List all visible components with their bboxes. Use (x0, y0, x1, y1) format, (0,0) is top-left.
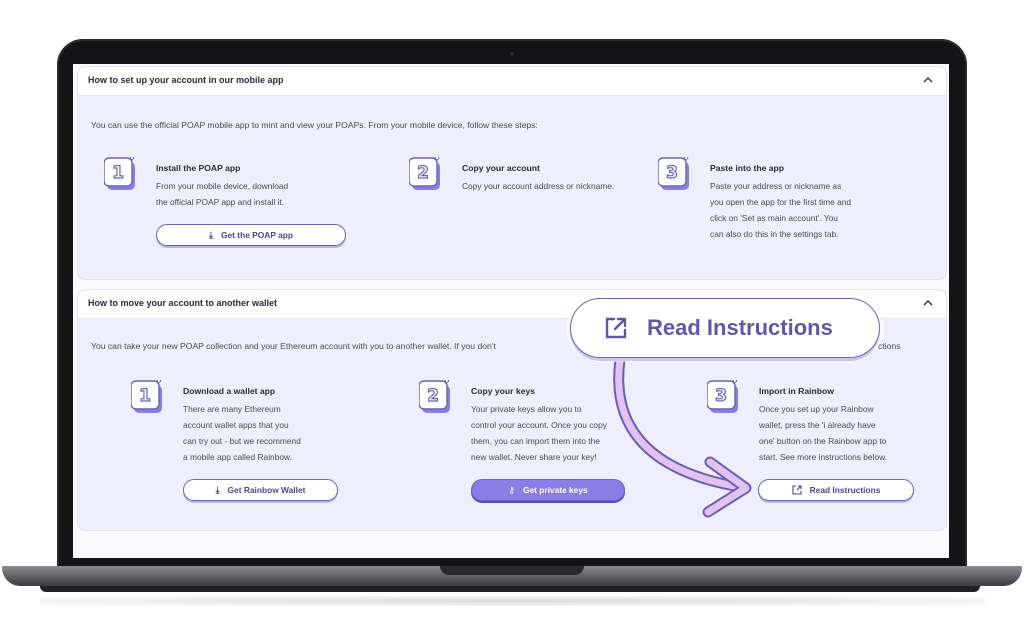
download-icon: ⤓ (215, 484, 220, 495)
svg-text:2: 2 (417, 163, 429, 183)
key-icon: ⚷ (508, 484, 515, 495)
get-private-keys-button[interactable]: ⚷ Get private keys (471, 479, 625, 501)
svg-text:1: 1 (139, 386, 151, 406)
step-number-3-icon: 3 (658, 157, 689, 190)
chevron-up-icon[interactable] (922, 74, 934, 86)
step-number-1-icon: 1 (104, 157, 135, 190)
section-intro: You can use the official POAP mobile app… (91, 120, 538, 130)
read-instructions-callout: Read Instructions (570, 298, 880, 358)
step-title: Download a wallet app (183, 386, 276, 396)
svg-text:3: 3 (666, 163, 678, 183)
step-description: From your mobile device, download the of… (156, 181, 289, 207)
step-description: Once you set up your Rainbow wallet, pre… (759, 404, 888, 462)
get-rainbow-wallet-button[interactable]: ⤓ Get Rainbow Wallet (183, 479, 338, 501)
laptop-notch (440, 566, 584, 575)
accordion-title: How to set up your account in our mobile… (88, 75, 284, 85)
section-intro-end: ctions (878, 341, 901, 351)
step-description: Your private keys allow you to control y… (471, 404, 607, 462)
chevron-up-icon[interactable] (922, 297, 934, 309)
accordion-mobile-app: How to set up your account in our mobile… (77, 66, 947, 280)
accordion-title: How to move your account to another wall… (88, 298, 278, 308)
step-description: Paste your address or nickname as you op… (710, 181, 852, 239)
get-poap-app-button[interactable]: ⤓ Get the POAP app (156, 224, 346, 246)
step-number-3-icon: 3 (707, 380, 738, 413)
step-title: Copy your account (462, 163, 540, 173)
step-number-2-icon: 2 (419, 380, 450, 413)
laptop-bottom (40, 586, 980, 592)
section-intro: You can take your new POAP collection an… (91, 341, 496, 351)
step-description: There are many Ethereum account wallet a… (183, 404, 301, 462)
external-link-icon (792, 485, 802, 495)
step-number-2-icon: 2 (409, 157, 440, 190)
step-title: Import in Rainbow (759, 386, 834, 396)
external-link-icon (605, 317, 627, 339)
callout-label: Read Instructions (647, 315, 833, 340)
svg-text:3: 3 (715, 386, 727, 406)
webcam (510, 52, 514, 56)
read-instructions-button[interactable]: Read Instructions (758, 479, 914, 501)
step-title: Copy your keys (471, 386, 535, 396)
svg-text:2: 2 (427, 386, 439, 406)
svg-text:1: 1 (112, 163, 124, 183)
download-icon: ⤓ (209, 229, 213, 240)
step-title: Install the POAP app (156, 163, 241, 173)
accordion-header-mobile-app[interactable]: How to set up your account in our mobile… (78, 67, 946, 96)
step-title: Paste into the app (710, 163, 785, 173)
step-number-1-icon: 1 (131, 380, 162, 413)
laptop-shadow (40, 596, 985, 606)
step-description: Copy your account address or nickname. (462, 181, 615, 191)
